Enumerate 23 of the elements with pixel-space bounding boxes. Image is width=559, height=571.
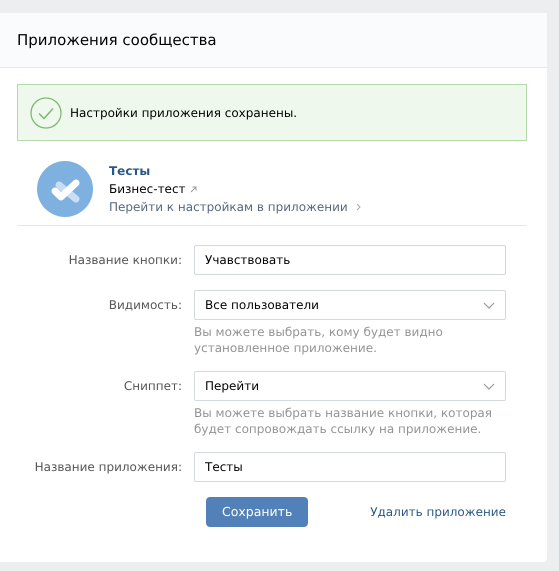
external-link-icon	[190, 186, 197, 192]
delete-app-link[interactable]: Удалить приложение	[370, 503, 506, 521]
app-subtitle[interactable]: Бизнес-тест	[109, 180, 186, 198]
field-label: Название кнопки:	[68, 252, 183, 269]
success-check-icon	[30, 96, 62, 128]
chevron-right-icon	[356, 203, 361, 211]
chevron-down-icon	[483, 382, 495, 390]
field-label: Видимость:	[108, 297, 183, 314]
panel-title: Приложения сообщества	[17, 30, 217, 51]
app-name[interactable]: Тесты	[109, 162, 361, 180]
success-message: Настройки приложения сохранены.	[70, 104, 298, 122]
input-field[interactable]: Тесты	[194, 452, 506, 482]
field-label: Сниппет:	[122, 378, 183, 395]
field-label: Название приложения:	[34, 459, 183, 476]
dropdown-field[interactable]: Перейти	[194, 371, 506, 401]
field-hint: Вы можете выбрать название кнопки, которая будет сопровождать ссылку на приложение.	[194, 405, 494, 437]
chevron-down-icon	[483, 302, 495, 308]
dropdown-field[interactable]: Все пользователи	[194, 290, 506, 320]
input-field[interactable]: Учавствовать	[194, 245, 506, 275]
app-settings-link[interactable]: Перейти к настройкам в приложении	[109, 198, 348, 216]
field-hint: Вы можете выбрать, кому будет видно установленное приложение.	[194, 324, 444, 356]
save-button[interactable]: Сохранить	[206, 497, 308, 527]
app-logo-icon	[37, 161, 93, 217]
